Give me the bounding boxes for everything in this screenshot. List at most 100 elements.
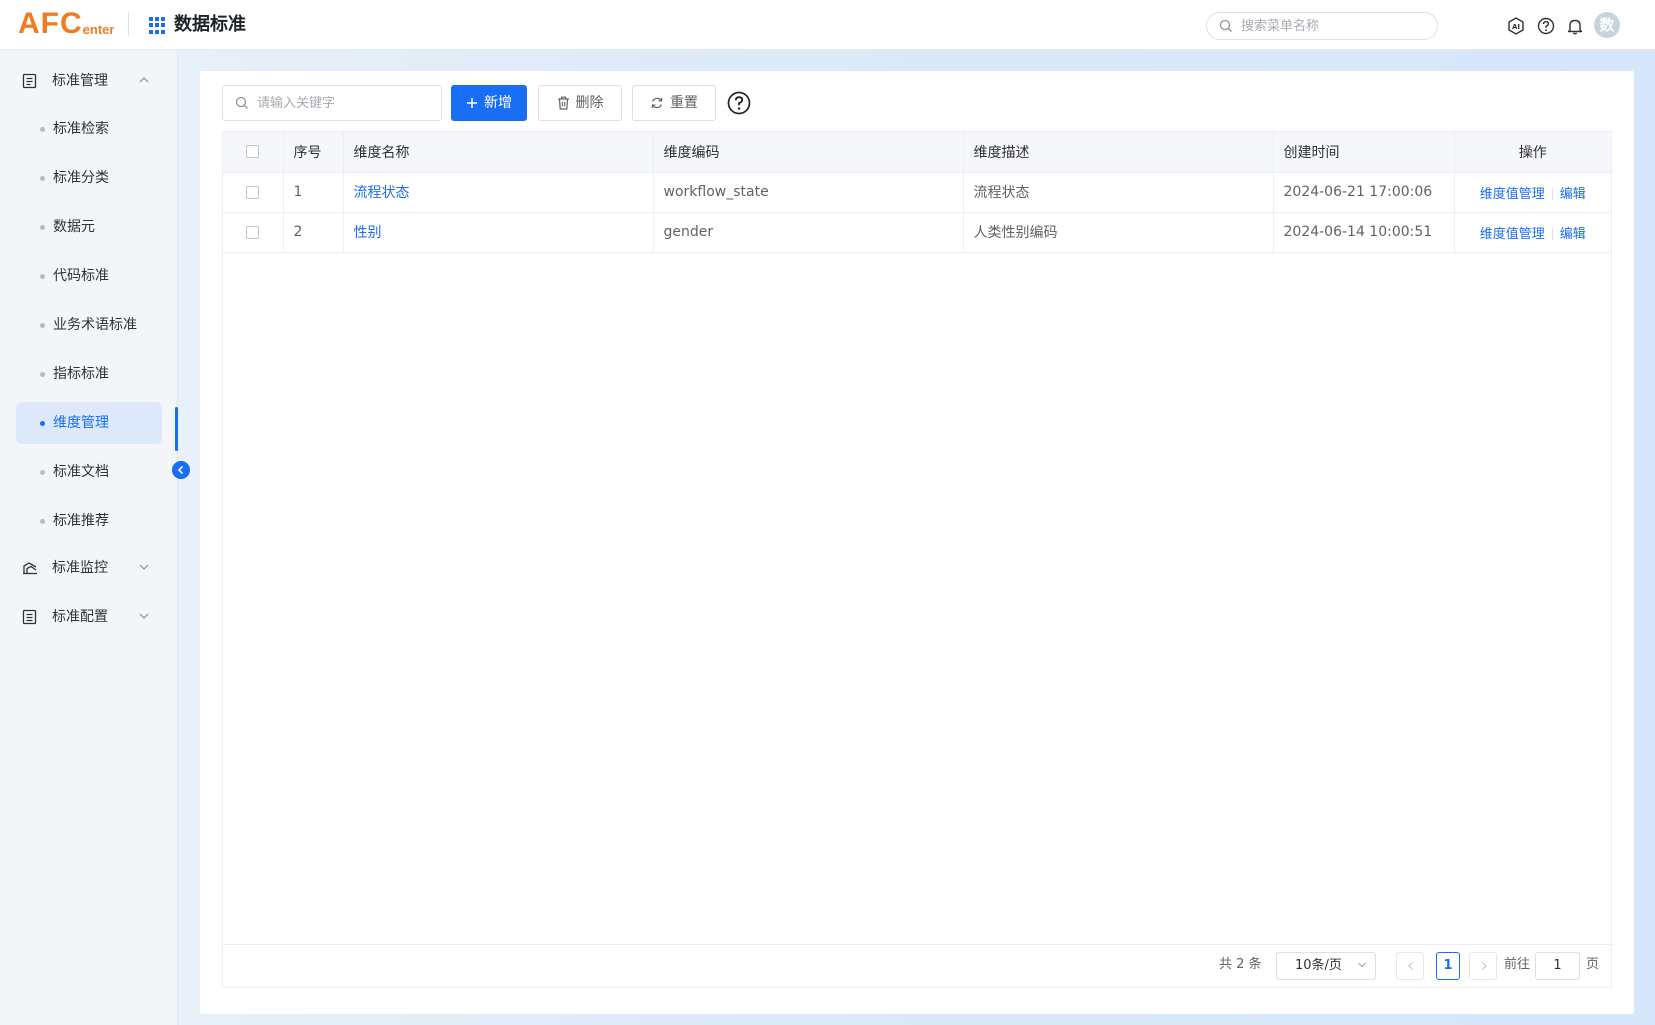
bullet-dot (40, 176, 45, 181)
row-index: 1 (283, 172, 344, 213)
dimension-name-link[interactable]: 性别 (354, 225, 382, 241)
search-icon (235, 96, 248, 109)
bullet-dot (40, 421, 45, 426)
document-icon (22, 73, 37, 89)
dimension-code: workflow_state (653, 172, 964, 213)
keyword-search-input[interactable] (257, 94, 427, 112)
collapse-sidebar-button[interactable] (172, 461, 190, 479)
column-header: 创建时间 (1273, 132, 1455, 173)
sidebar-group-label: 标准配置 (52, 609, 108, 625)
logo-divider (128, 12, 129, 36)
logo-sub-text: enter (82, 22, 115, 37)
dimension-code: gender (653, 212, 964, 253)
goto-page-input[interactable]: 1 (1535, 952, 1580, 980)
sidebar-item-standard-recommend[interactable]: 标准推荐 (16, 500, 162, 542)
sidebar-item-standard-search[interactable]: 标准检索 (16, 108, 162, 150)
add-button-label: 新增 (484, 95, 512, 111)
bullet-dot (40, 323, 45, 328)
bullet-dot (40, 372, 45, 377)
edit-link[interactable]: 编辑 (1560, 227, 1586, 242)
sidebar-item-code-standard[interactable]: 代码标准 (16, 255, 162, 297)
created-time: 2024-06-14 10:00:51 (1273, 212, 1455, 253)
user-avatar[interactable]: 数 (1594, 12, 1620, 38)
menu-search-input[interactable] (1241, 17, 1431, 35)
row-checkbox[interactable] (246, 225, 260, 239)
sidebar-item-label: 标准检索 (53, 121, 109, 137)
sidebar-item-label: 标准文档 (53, 464, 109, 480)
plus-icon (467, 98, 477, 108)
row-checkbox[interactable] (246, 185, 260, 199)
sidebar-group-standard-management[interactable]: 标准管理 (0, 61, 178, 101)
pager-total: 共 2 条 (1219, 957, 1262, 972)
goto-prefix: 前往 (1504, 957, 1531, 972)
app-grid-icon[interactable] (149, 17, 166, 34)
reset-button[interactable]: 重置 (632, 85, 716, 121)
column-header: 维度编码 (653, 132, 964, 173)
sidebar-item-label: 标准推荐 (53, 513, 109, 529)
sidebar-group-standard-config[interactable]: 标准配置 (0, 597, 178, 637)
afc-logo[interactable]: AFC enter (18, 8, 114, 40)
page-number-current[interactable]: 1 (1436, 952, 1460, 980)
delete-button[interactable]: 删除 (538, 85, 622, 121)
column-header: 维度描述 (963, 132, 1274, 173)
column-header: 序号 (283, 132, 344, 173)
sidebar-group-label: 标准监控 (52, 560, 108, 576)
chevron-down-icon (139, 613, 149, 619)
sidebar-item-standard-document[interactable]: 标准文档 (16, 451, 162, 493)
chevron-left-icon (1408, 962, 1413, 970)
pager-divider (223, 944, 1611, 945)
select-all-checkbox[interactable] (246, 145, 260, 159)
sidebar-item-business-term[interactable]: 业务术语标准 (16, 304, 162, 346)
sidebar-item-label: 指标标准 (53, 366, 109, 382)
table-row: 1 流程状态 workflow_state 流程状态 2024-06-21 17… (223, 172, 1611, 213)
sidebar: 标准管理 标准检索 标准分类 数据元 代码标准 业务术语标准 指标标准 维度管理… (0, 50, 178, 1025)
help-circle-icon[interactable] (727, 91, 751, 115)
bell-icon[interactable] (1566, 17, 1584, 35)
top-header: AFC enter 数据标准 AI 数 (0, 0, 1655, 50)
edit-link[interactable]: 编辑 (1560, 187, 1586, 202)
created-time: 2024-06-21 17:00:06 (1273, 172, 1455, 213)
chevron-right-icon (1482, 962, 1487, 970)
dimension-values-link[interactable]: 维度值管理 (1480, 227, 1545, 242)
dimension-name-link[interactable]: 流程状态 (354, 185, 410, 201)
sidebar-group-label: 标准管理 (52, 73, 108, 89)
column-header: 操作 (1454, 132, 1611, 173)
help-icon[interactable] (1537, 17, 1555, 35)
dimension-values-link[interactable]: 维度值管理 (1480, 187, 1545, 202)
menu-search-box[interactable] (1206, 12, 1438, 40)
sidebar-item-standard-category[interactable]: 标准分类 (16, 157, 162, 199)
chevron-down-icon (1358, 962, 1366, 968)
sidebar-item-data-element[interactable]: 数据元 (16, 206, 162, 248)
sidebar-item-label: 业务术语标准 (53, 317, 137, 333)
sidebar-item-label: 维度管理 (53, 415, 109, 431)
sidebar-item-dimension-management[interactable]: 维度管理 (16, 402, 162, 444)
bullet-dot (40, 127, 45, 132)
dimension-table: 序号 维度名称 维度编码 维度描述 创建时间 操作 1 流程状态 workflo… (222, 131, 1612, 988)
bullet-dot (40, 274, 45, 279)
add-button[interactable]: 新增 (451, 85, 527, 121)
delete-button-label: 删除 (575, 95, 604, 111)
bullet-dot (40, 225, 45, 230)
sidebar-item-label: 代码标准 (53, 268, 109, 284)
page-size-select[interactable]: 10条/页 (1276, 952, 1376, 980)
sidebar-item-label: 标准分类 (53, 170, 109, 186)
refresh-icon (651, 97, 663, 109)
page-size-value: 10条/页 (1295, 958, 1342, 973)
sidebar-item-indicator-standard[interactable]: 指标标准 (16, 353, 162, 395)
row-index: 2 (283, 212, 344, 253)
prev-page-button[interactable] (1396, 952, 1424, 980)
goto-suffix: 页 (1586, 957, 1600, 972)
next-page-button[interactable] (1469, 952, 1497, 980)
keyword-search-box[interactable] (222, 85, 442, 121)
monitor-icon (23, 562, 37, 575)
sidebar-group-standard-monitoring[interactable]: 标准监控 (0, 548, 178, 588)
dimension-desc: 人类性别编码 (963, 212, 1274, 253)
trash-icon (557, 96, 569, 110)
app-title: 数据标准 (174, 14, 246, 35)
config-icon (22, 609, 37, 625)
search-icon (1219, 19, 1232, 32)
sidebar-item-label: 数据元 (53, 219, 95, 235)
ai-icon[interactable]: AI (1507, 17, 1525, 35)
column-header: 维度名称 (343, 132, 654, 173)
svg-text:AI: AI (1512, 23, 1520, 31)
